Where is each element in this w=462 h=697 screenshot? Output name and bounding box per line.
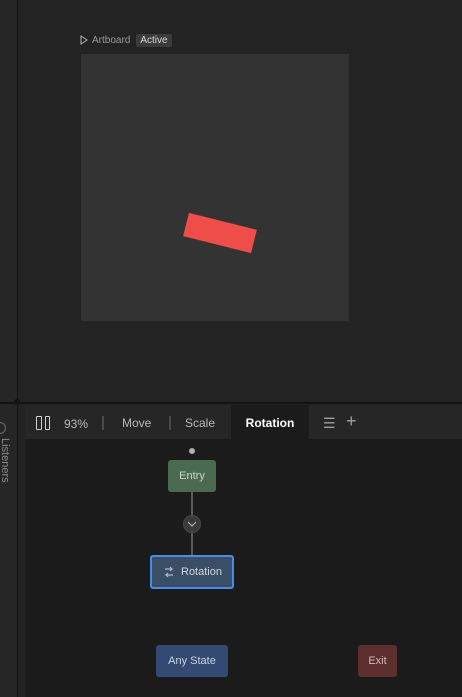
- tab-move[interactable]: Move: [122, 405, 151, 439]
- entry-state-node[interactable]: Entry: [168, 460, 216, 492]
- transition-line: [191, 533, 193, 555]
- exit-state-node[interactable]: Exit: [358, 645, 397, 677]
- panel-divider[interactable]: [0, 402, 462, 404]
- artboard-header[interactable]: Artboard Active: [80, 33, 172, 47]
- play-icon[interactable]: [80, 35, 88, 45]
- transition-line: [191, 492, 193, 516]
- any-state-node[interactable]: Any State: [156, 645, 228, 677]
- tab-separator: [102, 416, 104, 430]
- menu-icon[interactable]: ☰: [323, 416, 336, 430]
- tab-rotation[interactable]: Rotation: [231, 405, 309, 439]
- zoom-level[interactable]: 93%: [64, 417, 88, 431]
- tab-scale[interactable]: Scale: [185, 405, 215, 439]
- chevron-down-icon[interactable]: [183, 515, 201, 533]
- divider-handle[interactable]: [14, 399, 20, 405]
- artboard[interactable]: [81, 54, 349, 321]
- red-rectangle-shape[interactable]: [183, 212, 257, 254]
- loop-icon: [164, 566, 174, 578]
- start-marker: [189, 448, 195, 454]
- any-state-label: Any State: [168, 655, 216, 667]
- exit-label: Exit: [368, 655, 387, 667]
- pause-icon[interactable]: [36, 416, 50, 430]
- left-panel-bottom: Listeners: [0, 404, 18, 697]
- entry-label: Entry: [179, 470, 205, 482]
- tab-separator: [169, 416, 171, 430]
- state-machine-graph[interactable]: Entry Rotation Any State Exit: [25, 439, 462, 697]
- state-machine-tabbar: 93% Move Scale Rotation ☰ +: [25, 405, 462, 439]
- artboard-status-badge: Active: [136, 33, 172, 47]
- rotation-label: Rotation: [181, 566, 222, 578]
- listeners-tab-label[interactable]: Listeners: [0, 438, 11, 483]
- artboard-name: Artboard: [92, 34, 131, 46]
- add-icon[interactable]: +: [346, 412, 357, 430]
- rotation-state-node[interactable]: Rotation: [150, 555, 234, 589]
- left-panel-top: [0, 0, 18, 403]
- panel-knob-icon[interactable]: [0, 422, 6, 434]
